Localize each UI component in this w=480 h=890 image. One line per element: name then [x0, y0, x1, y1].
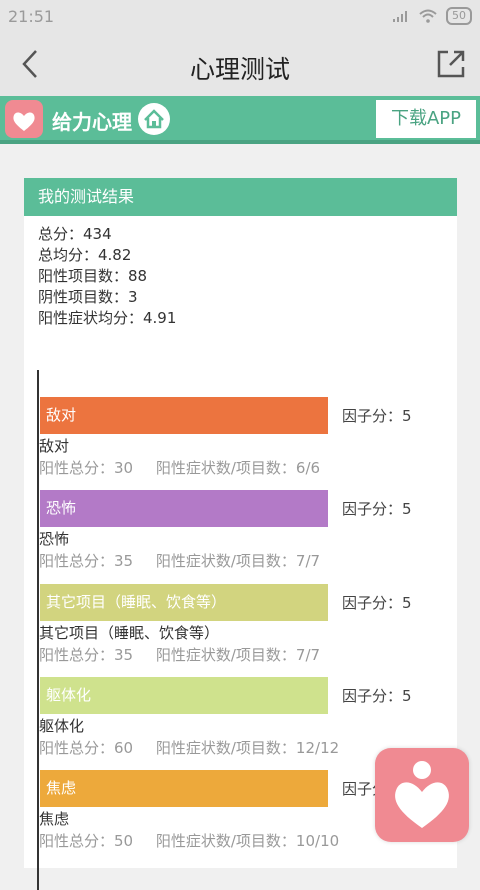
factor-score: 因子分：5	[342, 687, 412, 705]
status-time: 21:51	[8, 7, 55, 26]
factor-positive-ratio: 阳性症状数/项目数：7/7	[155, 646, 321, 664]
factor-positive-total: 阳性总分：35	[39, 646, 134, 664]
factor-positive-total: 阳性总分：60	[39, 739, 134, 757]
home-icon[interactable]	[137, 102, 171, 136]
floating-app-logo-icon[interactable]	[375, 748, 469, 842]
battery-indicator: 50	[446, 7, 472, 25]
factor-bar: 恐怖	[40, 490, 328, 527]
factor-detail: 阳性总分：35 阳性症状数/项目数：7/7	[39, 644, 338, 665]
factor-bar: 敌对	[40, 397, 328, 434]
factor-bar: 躯体化	[40, 677, 328, 714]
status-icons: 50	[392, 7, 472, 25]
factor-positive-total: 阳性总分：35	[39, 552, 134, 570]
summary-list: 总分：434 总均分：4.82 阳性项目数：88 阴性项目数：3 阳性症状均分：…	[24, 216, 457, 329]
factor-score: 因子分：5	[342, 594, 412, 612]
summary-average: 总均分：4.82	[38, 246, 132, 264]
factor-row: 敌对 因子分：5 敌对 阳性总分：30 阳性症状数/项目数：6/6	[38, 397, 458, 491]
factor-detail: 阳性总分：60 阳性症状数/项目数：12/12	[39, 737, 357, 758]
signal-icon	[393, 11, 407, 22]
factor-row: 恐怖 因子分：5 恐怖 阳性总分：35 阳性症状数/项目数：7/7	[38, 490, 458, 584]
factor-name: 其它项目（睡眠、饮食等）	[39, 624, 220, 642]
factor-positive-total: 阳性总分：50	[39, 832, 134, 850]
status-bar: 21:51 50	[0, 0, 480, 34]
factor-score: 因子分：5	[342, 500, 412, 518]
wifi-icon	[419, 9, 437, 23]
factor-name: 恐怖	[39, 530, 70, 548]
summary-positive-average: 阳性症状均分：4.91	[38, 309, 177, 327]
result-card-title: 我的测试结果	[24, 178, 457, 216]
factor-detail: 阳性总分：50 阳性症状数/项目数：10/10	[39, 830, 357, 851]
app-logo-icon	[5, 100, 43, 138]
download-app-button[interactable]: 下载APP	[376, 100, 476, 138]
factor-positive-ratio: 阳性症状数/项目数：6/6	[155, 459, 321, 477]
factor-detail: 阳性总分：30 阳性症状数/项目数：6/6	[39, 457, 338, 478]
factor-detail: 阳性总分：35 阳性症状数/项目数：7/7	[39, 550, 338, 571]
factor-positive-ratio: 阳性症状数/项目数：10/10	[155, 832, 340, 850]
factor-name: 焦虑	[39, 810, 70, 828]
summary-negative-count: 阴性项目数：3	[38, 288, 138, 306]
app-banner: 给力心理 下载APP	[0, 96, 480, 144]
factor-positive-ratio: 阳性症状数/项目数：12/12	[155, 739, 340, 757]
factor-row: 其它项目（睡眠、饮食等） 因子分：5 其它项目（睡眠、饮食等） 阳性总分：35 …	[38, 584, 458, 678]
factor-bar: 焦虑	[40, 770, 328, 807]
factor-bar: 其它项目（睡眠、饮食等）	[40, 584, 328, 621]
summary-total: 总分：434	[38, 225, 112, 243]
share-icon[interactable]	[436, 49, 466, 79]
page-title: 心理测试	[189, 55, 290, 84]
summary-positive-count: 阳性项目数：88	[38, 267, 148, 285]
factor-positive-ratio: 阳性症状数/项目数：7/7	[155, 552, 321, 570]
factor-positive-total: 阳性总分：30	[39, 459, 134, 477]
factor-name: 躯体化	[39, 717, 85, 735]
title-bar: 心理测试	[0, 34, 480, 96]
factor-name: 敌对	[39, 437, 70, 455]
brand-name: 给力心理	[52, 110, 132, 134]
factor-score: 因子分：5	[342, 407, 412, 425]
